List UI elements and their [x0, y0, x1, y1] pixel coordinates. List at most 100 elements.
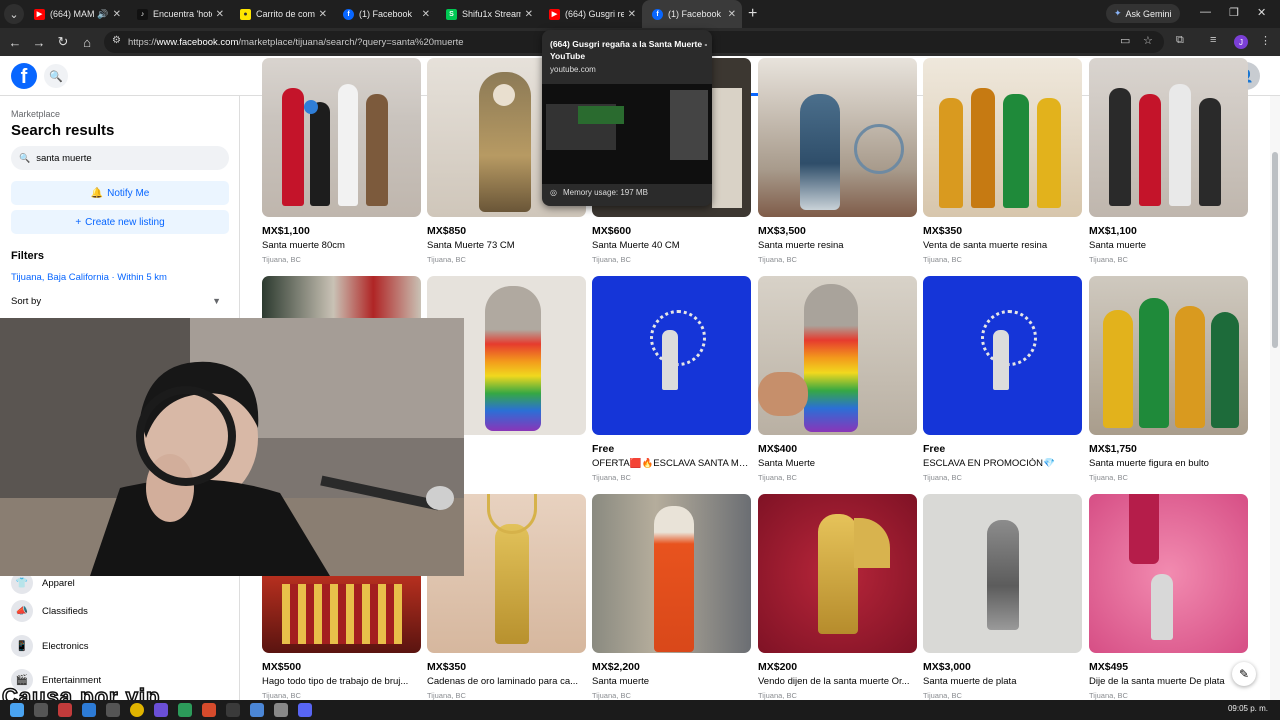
- listing-title: Santa muerte: [1089, 240, 1147, 251]
- listing-photo: [592, 494, 751, 653]
- listing-location: Tijuana, BC: [262, 255, 301, 264]
- app-icon[interactable]: [250, 703, 264, 717]
- browser-tab[interactable]: ♪ Encuentra 'hote ✕: [127, 0, 230, 28]
- app-icon[interactable]: [106, 703, 120, 717]
- listing-price: MX$200: [758, 661, 798, 673]
- tiktok-icon: ♪: [137, 8, 148, 20]
- listing-price: MX$1,750: [1089, 443, 1137, 455]
- listing-price: Free: [923, 443, 946, 455]
- app-icon[interactable]: [298, 703, 312, 717]
- breadcrumb[interactable]: Marketplace: [11, 109, 60, 119]
- listing-title: OFERTA🟥🔥ESCLAVA SANTA MUE...: [592, 458, 750, 469]
- cast-icon[interactable]: ▭: [1120, 34, 1130, 47]
- listing-photo: [1089, 494, 1248, 653]
- listing-card[interactable]: MX$1,100 Santa muerte 80cm Tijuana, BC: [262, 58, 422, 264]
- listing-card[interactable]: Free ESCLAVA EN PROMOCIÓN💎 Tijuana, BC: [923, 276, 1083, 482]
- compose-message-icon[interactable]: ✎: [1232, 662, 1256, 686]
- bookmark-star-icon[interactable]: ☆: [1143, 34, 1153, 47]
- close-tab-icon[interactable]: ✕: [728, 9, 736, 20]
- listing-location: Tijuana, BC: [262, 691, 301, 700]
- app-icon[interactable]: [154, 703, 168, 717]
- back-icon[interactable]: ←: [3, 35, 27, 50]
- app-icon[interactable]: [82, 703, 96, 717]
- search-icon[interactable]: [34, 703, 48, 717]
- marketplace-search-input[interactable]: 🔍 santa muerte: [11, 146, 229, 170]
- facebook-logo-icon[interactable]: f: [11, 63, 37, 89]
- listing-card[interactable]: MX$2,200 Santa muerte Tijuana, BC: [592, 494, 752, 700]
- site-info-icon[interactable]: ⚙: [112, 35, 121, 46]
- sort-by-dropdown[interactable]: Sort by ▼: [11, 296, 221, 307]
- listing-location: Tijuana, BC: [923, 691, 962, 700]
- browser-menu-icon[interactable]: ⋮: [1260, 34, 1271, 47]
- minimize-icon[interactable]: —: [1200, 6, 1211, 18]
- listing-price: Free: [592, 443, 615, 455]
- speaker-icon[interactable]: 🔊: [97, 9, 108, 20]
- listing-price: MX$350: [923, 225, 963, 237]
- media-controls-icon[interactable]: ≡: [1210, 34, 1216, 46]
- app-icon[interactable]: [274, 703, 288, 717]
- forward-icon[interactable]: →: [27, 35, 51, 50]
- listing-card[interactable]: MX$3,000 Santa muerte de plata Tijuana, …: [923, 494, 1083, 700]
- tab-preview-thumbnail: [542, 84, 712, 184]
- megaphone-icon: 📣: [11, 600, 33, 622]
- listing-location: Tijuana, BC: [1089, 691, 1128, 700]
- new-tab-icon[interactable]: +: [748, 5, 757, 23]
- tab-search-icon[interactable]: ⌄: [4, 4, 24, 24]
- listing-price: MX$850: [427, 225, 467, 237]
- phone-icon: 📱: [11, 635, 33, 657]
- browser-tab[interactable]: ● Carrito de comp ✕: [230, 0, 333, 28]
- browser-tab[interactable]: ▶ (664) MAMI 🔊 ✕: [24, 0, 127, 28]
- listing-card[interactable]: MX$200 Vendo dijen de la santa muerte Or…: [758, 494, 918, 700]
- browser-tab-active[interactable]: f (1) Facebook ✕: [642, 0, 742, 28]
- restore-icon[interactable]: ❐: [1229, 6, 1239, 19]
- extensions-icon[interactable]: ⧉: [1176, 34, 1184, 47]
- app-icon[interactable]: [178, 703, 192, 717]
- facebook-icon: f: [343, 8, 354, 20]
- notify-me-button[interactable]: 🔔 Notify Me: [11, 181, 229, 205]
- close-tab-icon[interactable]: ✕: [628, 9, 636, 20]
- listing-title: ESCLAVA EN PROMOCIÓN💎: [923, 458, 1055, 469]
- app-icon[interactable]: [202, 703, 216, 717]
- listing-card[interactable]: MX$1,750 Santa muerte figura en bulto Ti…: [1089, 276, 1249, 482]
- close-window-icon[interactable]: ✕: [1257, 6, 1266, 19]
- listing-title: Venta de santa muerte resina: [923, 240, 1048, 251]
- listing-photo: [758, 58, 917, 217]
- category-item-electronics[interactable]: 📱 Electronics: [11, 635, 88, 657]
- close-tab-icon[interactable]: ✕: [216, 9, 224, 20]
- youtube-icon: ▶: [34, 8, 45, 20]
- start-menu-icon[interactable]: [10, 703, 24, 717]
- browser-tab[interactable]: f (1) Facebook ✕: [333, 0, 436, 28]
- create-listing-button[interactable]: + Create new listing: [11, 210, 229, 234]
- listing-location: Tijuana, BC: [427, 255, 466, 264]
- ask-gemini-button[interactable]: ✦ Ask Gemini: [1106, 4, 1180, 23]
- page-scrollbar[interactable]: [1270, 96, 1280, 700]
- search-icon: 🔍: [19, 152, 31, 163]
- app-icon[interactable]: [226, 703, 240, 717]
- category-item-classifieds[interactable]: 📣 Classifieds: [11, 600, 88, 622]
- tab-hover-card: (664) Gusgri regaña a la Santa Muerte - …: [542, 30, 712, 206]
- listing-price: MX$400: [758, 443, 798, 455]
- listing-card[interactable]: MX$1,100 Santa muerte Tijuana, BC: [1089, 58, 1249, 264]
- reload-icon[interactable]: ↻: [51, 34, 75, 50]
- listing-card[interactable]: MX$400 Santa Muerte Tijuana, BC: [758, 276, 918, 482]
- chrome-icon[interactable]: [130, 703, 144, 717]
- close-tab-icon[interactable]: ✕: [113, 9, 121, 20]
- listing-location: Tijuana, BC: [592, 255, 631, 264]
- listing-price: MX$600: [592, 225, 632, 237]
- close-tab-icon[interactable]: ✕: [319, 9, 327, 20]
- home-icon[interactable]: ⌂: [75, 35, 99, 50]
- scrollbar-thumb[interactable]: [1272, 152, 1278, 348]
- browser-tab[interactable]: S Shifu1x Stream ✕: [436, 0, 539, 28]
- listing-card[interactable]: MX$350 Venta de santa muerte resina Tiju…: [923, 58, 1083, 264]
- listing-card[interactable]: MX$495 Dije de la santa muerte De plata …: [1089, 494, 1249, 700]
- search-icon[interactable]: 🔍: [44, 64, 68, 88]
- app-icon[interactable]: [58, 703, 72, 717]
- listing-card[interactable]: MX$3,500 Santa muerte resina Tijuana, BC: [758, 58, 918, 264]
- close-tab-icon[interactable]: ✕: [422, 9, 430, 20]
- close-tab-icon[interactable]: ✕: [525, 9, 533, 20]
- profile-avatar[interactable]: J: [1234, 35, 1248, 49]
- location-filter[interactable]: Tijuana, Baja California · Within 5 km: [11, 272, 167, 283]
- listing-photo: [758, 494, 917, 653]
- listing-card[interactable]: Free OFERTA🟥🔥ESCLAVA SANTA MUE... Tijuan…: [592, 276, 752, 482]
- browser-tab[interactable]: ▶(664) Gusgri reg✕: [539, 0, 642, 28]
